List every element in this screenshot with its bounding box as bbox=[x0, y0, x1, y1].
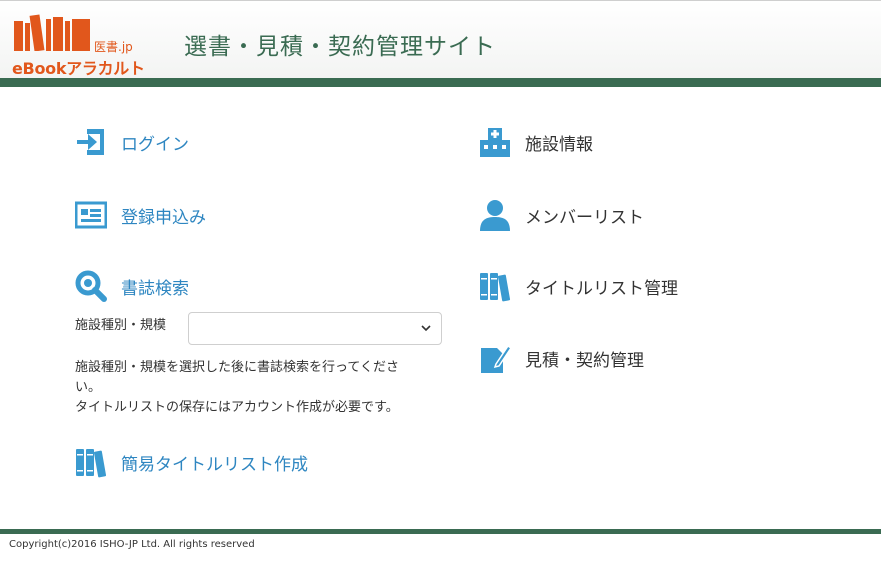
hospital-icon bbox=[480, 128, 510, 157]
login-link[interactable]: ログイン bbox=[75, 124, 189, 160]
logo-books-icon bbox=[14, 14, 90, 51]
chevron-down-icon bbox=[421, 325, 431, 332]
register-form-icon bbox=[75, 201, 107, 229]
facility-select-label: 施設種別・規模 bbox=[75, 318, 167, 333]
search-note-line: タイトルリストの保存にはアカウント作成が必要です。 bbox=[75, 400, 399, 415]
search-label: 書誌検索 bbox=[121, 278, 189, 299]
estimate-contract-link[interactable]: 見積・契約管理 bbox=[479, 340, 644, 376]
site-header: 医書.jp eBookアラカルト 選書・見積・契約管理サイト bbox=[0, 0, 881, 78]
facility-select-row: 施設種別・規模 bbox=[75, 312, 442, 345]
search-note-line: 施設種別・規模を選択した後に書誌検索を行ってくださ bbox=[75, 360, 399, 375]
books-icon bbox=[76, 449, 107, 478]
quick-title-list-label: 簡易タイトルリスト作成 bbox=[121, 454, 308, 475]
facility-select[interactable] bbox=[188, 312, 442, 345]
register-link[interactable]: 登録申込み bbox=[75, 197, 206, 233]
login-label: ログイン bbox=[121, 134, 189, 155]
member-list-label: メンバーリスト bbox=[525, 207, 644, 228]
footer-divider bbox=[0, 529, 881, 534]
quick-title-list-link[interactable]: 簡易タイトルリスト作成 bbox=[75, 444, 308, 480]
header-divider bbox=[0, 78, 881, 87]
copyright-text: Copyright(c)2016 ISHO-JP Ltd. All rights… bbox=[9, 539, 255, 550]
login-icon bbox=[77, 129, 104, 155]
search-icon bbox=[75, 270, 107, 302]
logo-sub-text: 医書.jp bbox=[94, 40, 133, 54]
edit-document-icon bbox=[481, 344, 511, 373]
site-logo[interactable]: 医書.jp eBookアラカルト bbox=[12, 11, 162, 78]
search-note-line: い。 bbox=[75, 380, 102, 395]
facility-info-label: 施設情報 bbox=[525, 134, 593, 155]
logo-text: eBookアラカルト bbox=[12, 59, 145, 78]
facility-info-link[interactable]: 施設情報 bbox=[479, 124, 593, 160]
title-list-manage-label: タイトルリスト管理 bbox=[525, 278, 678, 299]
estimate-contract-label: 見積・契約管理 bbox=[525, 350, 644, 371]
search-note: 施設種別・規模を選択した後に書誌検索を行ってくださ い。 タイトルリストの保存に… bbox=[75, 358, 435, 418]
title-list-manage-link[interactable]: タイトルリスト管理 bbox=[479, 268, 678, 304]
member-list-link[interactable]: メンバーリスト bbox=[479, 197, 644, 233]
search-link[interactable]: 書誌検索 bbox=[75, 268, 189, 304]
register-label: 登録申込み bbox=[121, 207, 206, 228]
person-icon bbox=[480, 200, 510, 231]
books-icon bbox=[480, 273, 511, 302]
site-title: 選書・見積・契約管理サイト bbox=[184, 34, 496, 60]
